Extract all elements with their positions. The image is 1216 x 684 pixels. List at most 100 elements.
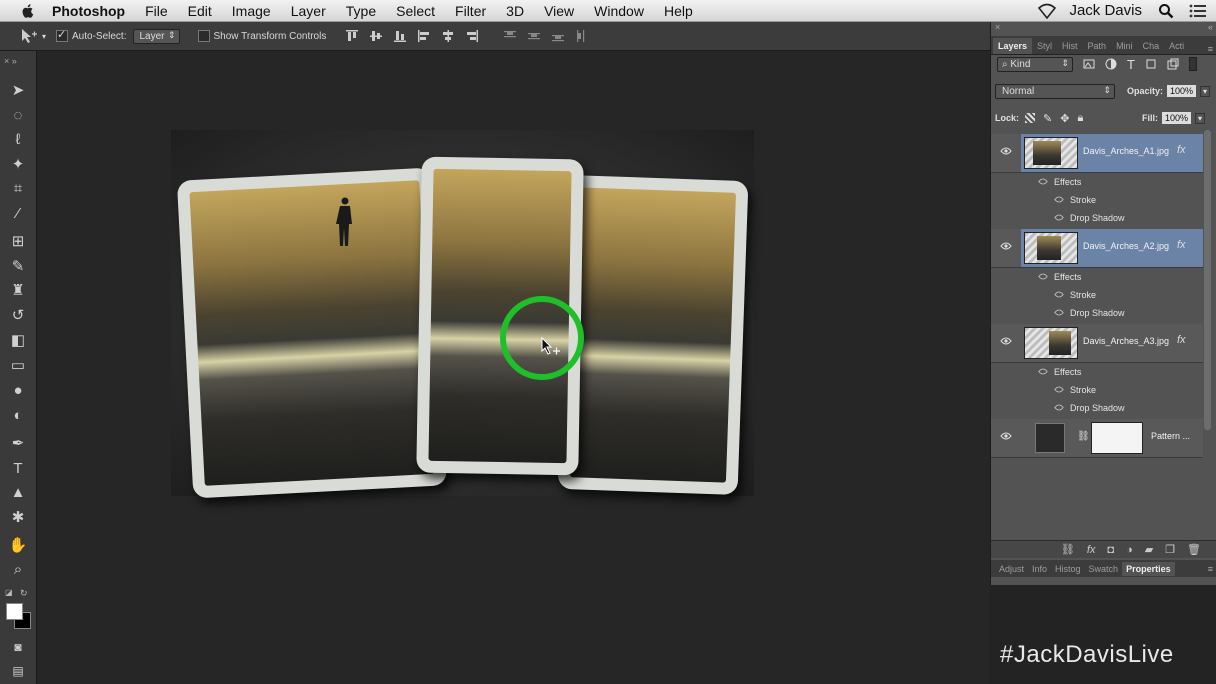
- tab-channels[interactable]: Cha: [1138, 38, 1165, 54]
- tool-preset-arrow-icon[interactable]: ▾: [42, 32, 46, 41]
- lock-transparent-icon[interactable]: [1025, 113, 1036, 123]
- delete-layer-icon[interactable]: 🗑︎: [1187, 543, 1201, 556]
- fill-input[interactable]: 100%: [1161, 112, 1191, 124]
- align-top-icon[interactable]: [345, 29, 359, 43]
- move-tool-icon[interactable]: [20, 28, 38, 44]
- document-image[interactable]: [171, 130, 754, 499]
- auto-select-dropdown[interactable]: Layer: [132, 28, 180, 44]
- properties-menu-icon[interactable]: ≡: [1208, 564, 1213, 574]
- align-vcenter-icon[interactable]: [369, 29, 383, 43]
- visibility-eye-icon[interactable]: [1000, 241, 1012, 251]
- user-name[interactable]: Jack Davis: [1069, 2, 1142, 19]
- tab-properties[interactable]: Properties: [1122, 561, 1175, 576]
- effect-drop-shadow-row[interactable]: Drop Shadow: [991, 399, 1203, 417]
- visibility-eye-icon[interactable]: [1000, 146, 1012, 156]
- layer-name[interactable]: Davis_Arches_A1.jpg: [1083, 146, 1169, 156]
- quick-mask-icon[interactable]: ◙: [8, 637, 28, 657]
- layer-mask-thumbnail[interactable]: [1091, 422, 1143, 454]
- lasso-tool-icon[interactable]: ℓ: [8, 130, 28, 150]
- filter-pixel-icon[interactable]: [1083, 58, 1095, 70]
- tab-styles[interactable]: Styl: [1032, 38, 1057, 54]
- menu-edit[interactable]: Edit: [188, 3, 212, 19]
- opacity-input[interactable]: 100%: [1167, 85, 1197, 97]
- effect-eye-icon[interactable]: [1054, 403, 1064, 412]
- zoom-tool-icon[interactable]: ⌕: [8, 560, 28, 580]
- layer-thumbnail[interactable]: [1024, 232, 1078, 264]
- tab-layers[interactable]: Layers: [993, 38, 1033, 54]
- layer-row[interactable]: Davis_Arches_A2.jpg fx: [991, 229, 1203, 268]
- effects-row[interactable]: Effects: [991, 173, 1203, 191]
- type-tool-icon[interactable]: T: [8, 459, 28, 479]
- eyedropper-tool-icon[interactable]: ⁄: [8, 204, 28, 224]
- visibility-eye-icon[interactable]: [1000, 431, 1012, 441]
- filter-smart-object-icon[interactable]: [1167, 58, 1179, 70]
- collapse-panel-icon[interactable]: «: [1208, 22, 1213, 32]
- tab-info[interactable]: Info: [1028, 562, 1051, 576]
- dodge-tool-icon[interactable]: ◐: [8, 406, 28, 426]
- blend-mode-dropdown[interactable]: Normal: [995, 83, 1115, 99]
- filter-shape-icon[interactable]: [1145, 58, 1157, 70]
- tab-actions[interactable]: Acti: [1164, 38, 1189, 54]
- layer-fx-badge[interactable]: fx: [1177, 144, 1186, 156]
- photo-a1[interactable]: [176, 167, 448, 499]
- effect-stroke-row[interactable]: Stroke: [991, 381, 1203, 399]
- foreground-color-swatch[interactable]: [6, 603, 23, 620]
- tab-mini-bridge[interactable]: Mini: [1111, 38, 1138, 54]
- align-left-icon[interactable]: [417, 29, 431, 43]
- effect-eye-icon[interactable]: [1054, 195, 1064, 204]
- distribute-bottom-icon[interactable]: [551, 29, 565, 43]
- effect-eye-icon[interactable]: [1054, 290, 1064, 299]
- pattern-fill-icon[interactable]: [1035, 423, 1065, 453]
- layer-fx-badge[interactable]: fx: [1177, 239, 1186, 251]
- blur-tool-icon[interactable]: ●: [8, 381, 28, 401]
- document-canvas[interactable]: [37, 51, 990, 684]
- menu-layer[interactable]: Layer: [291, 3, 326, 19]
- filter-type-icon[interactable]: T: [1127, 57, 1135, 72]
- pen-tool-icon[interactable]: ✒: [8, 434, 28, 454]
- layer-row[interactable]: ⛓ Pattern ...: [991, 419, 1203, 458]
- add-layer-style-icon[interactable]: fx: [1087, 544, 1096, 556]
- new-group-icon[interactable]: ▰: [1145, 543, 1153, 556]
- move-tool-icon[interactable]: ➤: [8, 81, 28, 101]
- lock-position-icon[interactable]: ✥: [1060, 112, 1069, 125]
- effects-row[interactable]: Effects: [991, 363, 1203, 381]
- effects-eye-icon[interactable]: [1038, 272, 1048, 281]
- menu-filter[interactable]: Filter: [455, 3, 486, 19]
- fill-slider-arrow-icon[interactable]: ▾: [1194, 112, 1205, 124]
- link-layers-icon[interactable]: ⛓: [1061, 543, 1075, 556]
- brush-tool-icon[interactable]: ✎: [8, 257, 28, 277]
- screen-mode-icon[interactable]: ▤: [8, 661, 28, 681]
- eraser-tool-icon[interactable]: ◧: [8, 331, 28, 351]
- new-adjustment-layer-icon[interactable]: ◑: [1126, 544, 1133, 556]
- app-name[interactable]: Photoshop: [52, 3, 125, 19]
- menu-select[interactable]: Select: [396, 3, 435, 19]
- align-bottom-icon[interactable]: [393, 29, 407, 43]
- tab-history[interactable]: Hist: [1057, 38, 1083, 54]
- auto-select-checkbox[interactable]: [56, 28, 69, 42]
- tab-adjustments[interactable]: Adjust: [995, 562, 1028, 576]
- distribute-top-icon[interactable]: [503, 29, 517, 43]
- spotlight-search-icon[interactable]: [1158, 3, 1174, 19]
- clone-stamp-tool-icon[interactable]: ♜: [8, 281, 28, 301]
- menu-3d[interactable]: 3D: [506, 3, 524, 19]
- swap-colors-icon[interactable]: ↻: [20, 588, 30, 598]
- filter-toggle-switch[interactable]: [1188, 57, 1197, 71]
- effect-stroke-row[interactable]: Stroke: [991, 191, 1203, 209]
- effects-eye-icon[interactable]: [1038, 177, 1048, 186]
- layer-name[interactable]: Davis_Arches_A3.jpg: [1083, 336, 1169, 346]
- wifi-icon[interactable]: [1037, 3, 1057, 19]
- effect-drop-shadow-row[interactable]: Drop Shadow: [991, 209, 1203, 227]
- visibility-eye-icon[interactable]: [1000, 336, 1012, 346]
- menu-type[interactable]: Type: [346, 3, 376, 19]
- layer-name[interactable]: Pattern ...: [1151, 431, 1190, 441]
- shape-tool-icon[interactable]: ✱: [8, 508, 28, 528]
- crop-tool-icon[interactable]: ⌗: [8, 179, 28, 199]
- effects-eye-icon[interactable]: [1038, 367, 1048, 376]
- effect-eye-icon[interactable]: [1054, 213, 1064, 222]
- close-panel-icon[interactable]: ×: [995, 22, 1000, 32]
- layer-row[interactable]: Davis_Arches_A3.jpg fx: [991, 324, 1203, 363]
- distribute-vcenter-icon[interactable]: [527, 29, 541, 43]
- menu-image[interactable]: Image: [232, 3, 271, 19]
- hand-tool-icon[interactable]: ✋: [8, 536, 28, 556]
- gradient-tool-icon[interactable]: ▭: [8, 356, 28, 376]
